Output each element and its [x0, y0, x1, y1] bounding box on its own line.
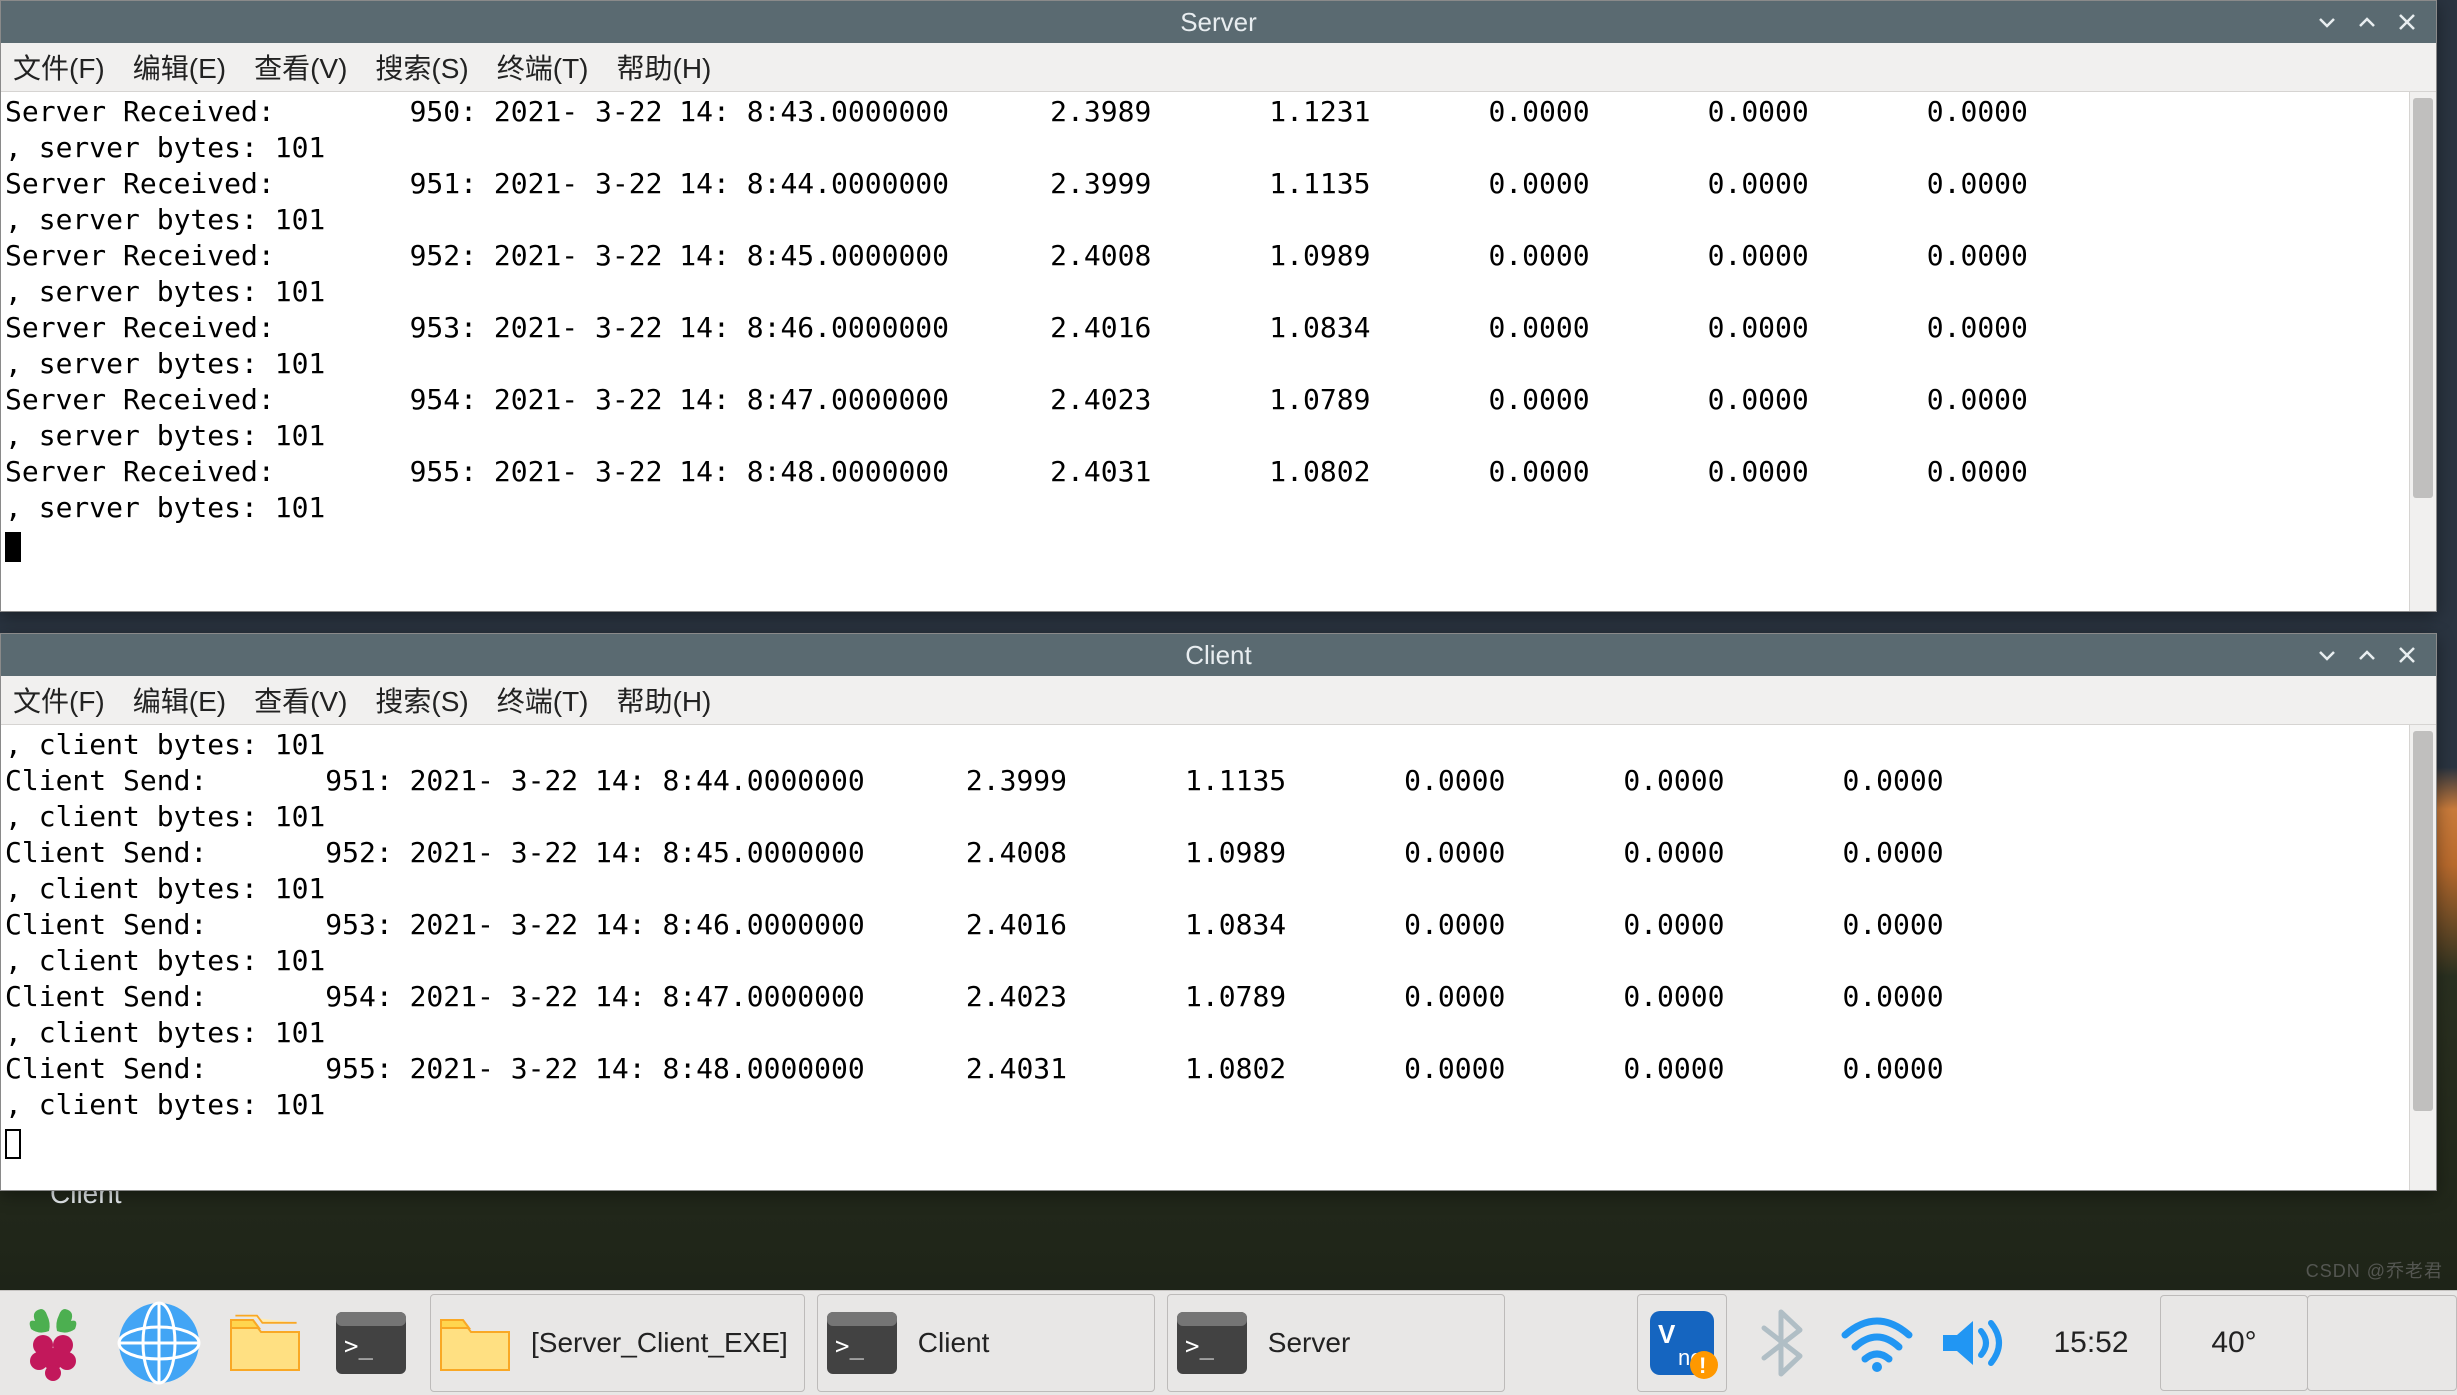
server-scrollbar-thumb[interactable] [2413, 98, 2433, 498]
client-title-text: Client [1185, 640, 1251, 671]
menu-file[interactable]: 文件(F) [13, 680, 105, 720]
menu-terminal[interactable]: 终端(T) [497, 680, 589, 720]
svg-text:!: ! [1699, 1353, 1706, 1378]
client-titlebar[interactable]: Client [1, 634, 2436, 676]
terminal-icon: >_ [1168, 1295, 1256, 1391]
cpu-temp-graph [2307, 1295, 2457, 1391]
sound-icon[interactable] [1929, 1295, 2017, 1391]
client-menubar: 文件(F) 编辑(E) 查看(V) 搜索(S) 终端(T) 帮助(H) [1, 676, 2436, 725]
bluetooth-icon[interactable] [1737, 1295, 1825, 1391]
terminal-icon: >_ [818, 1295, 906, 1391]
terminal-cursor [5, 1129, 21, 1159]
terminal-cursor [5, 532, 21, 562]
client-scrollbar-thumb[interactable] [2413, 731, 2433, 1111]
svg-text:>_: >_ [835, 1332, 864, 1360]
minimize-icon[interactable] [2316, 644, 2338, 666]
client-window[interactable]: Client 文件(F) 编辑(E) 查看(V) 搜索(S) 终端(T) 帮助(… [0, 633, 2437, 1191]
client-terminal-output[interactable]: , client bytes: 101 Client Send: 951: 20… [1, 725, 2409, 1190]
terminal-launcher-icon[interactable]: >_ [322, 1295, 420, 1391]
menu-terminal[interactable]: 终端(T) [497, 47, 589, 87]
cpu-temp-widget[interactable]: 40° [2161, 1295, 2457, 1391]
svg-text:>_: >_ [344, 1332, 373, 1360]
file-manager-icon[interactable] [216, 1295, 314, 1391]
client-scrollbar[interactable] [2409, 725, 2436, 1190]
menu-search[interactable]: 搜索(S) [375, 47, 468, 87]
maximize-icon[interactable] [2356, 644, 2378, 666]
server-title-text: Server [1180, 7, 1257, 38]
watermark: CSDN @乔老君 [2306, 1257, 2443, 1283]
menu-help[interactable]: 帮助(H) [617, 680, 712, 720]
menu-edit[interactable]: 编辑(E) [133, 47, 226, 87]
taskbar-item-server[interactable]: >_ Server [1167, 1294, 1505, 1392]
maximize-icon[interactable] [2356, 11, 2378, 33]
menu-view[interactable]: 查看(V) [254, 47, 347, 87]
close-icon[interactable] [2396, 644, 2418, 666]
server-terminal-output[interactable]: Server Received: 950: 2021- 3-22 14: 8:4… [1, 92, 2409, 611]
server-scrollbar[interactable] [2409, 92, 2436, 611]
server-titlebar[interactable]: Server [1, 1, 2436, 43]
menu-file[interactable]: 文件(F) [13, 47, 105, 87]
taskbar-item-client-label: Client [918, 1327, 990, 1359]
svg-text:V: V [1658, 1319, 1676, 1349]
web-browser-icon[interactable] [110, 1295, 208, 1391]
taskbar-item-folder[interactable]: [Server_Client_EXE] [430, 1294, 805, 1392]
taskbar-item-server-label: Server [1268, 1327, 1350, 1359]
server-menubar: 文件(F) 编辑(E) 查看(V) 搜索(S) 终端(T) 帮助(H) [1, 43, 2436, 92]
menu-edit[interactable]: 编辑(E) [133, 680, 226, 720]
wifi-icon[interactable] [1833, 1295, 1921, 1391]
close-icon[interactable] [2396, 11, 2418, 33]
clock[interactable]: 15:52 [2021, 1295, 2161, 1391]
raspberry-pi-menu-icon[interactable] [4, 1295, 102, 1391]
menu-view[interactable]: 查看(V) [254, 680, 347, 720]
folder-icon [431, 1295, 519, 1391]
svg-text:>_: >_ [1185, 1332, 1214, 1360]
taskbar-item-client[interactable]: >_ Client [817, 1294, 1155, 1392]
menu-help[interactable]: 帮助(H) [617, 47, 712, 87]
minimize-icon[interactable] [2316, 11, 2338, 33]
taskbar: >_ [Server_Client_EXE] >_ Client >_ [0, 1290, 2457, 1395]
menu-search[interactable]: 搜索(S) [375, 680, 468, 720]
taskbar-item-folder-label: [Server_Client_EXE] [531, 1327, 788, 1359]
vnc-server-icon[interactable]: V nc ! [1637, 1294, 1727, 1392]
server-window[interactable]: Server 文件(F) 编辑(E) 查看(V) 搜索(S) 终端(T) 帮助(… [0, 0, 2437, 612]
cpu-temp-value: 40° [2160, 1295, 2308, 1391]
